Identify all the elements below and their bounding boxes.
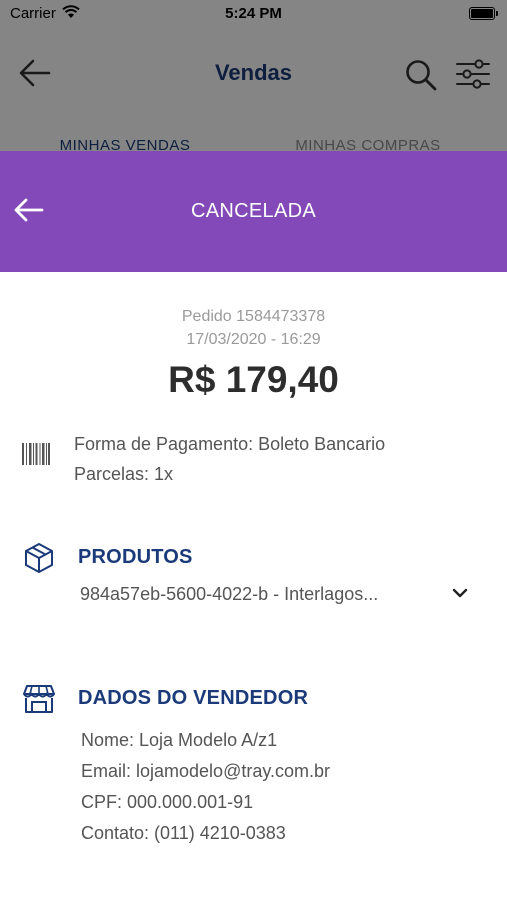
package-box-icon bbox=[25, 543, 53, 573]
order-date: 17/03/2020 - 16:29 bbox=[186, 331, 321, 348]
sheet-header: CANCELADA bbox=[0, 151, 507, 272]
product-item[interactable]: 984a57eb-5600-4022-b - Interlagos... bbox=[80, 584, 440, 605]
store-icon bbox=[23, 685, 55, 713]
order-total: R$ 179,40 bbox=[168, 359, 339, 400]
order-number: Pedido 1584473378 bbox=[181, 308, 326, 325]
barcode-icon bbox=[22, 443, 50, 465]
seller-cpf: CPF: 000.000.001-91 bbox=[81, 792, 254, 812]
products-section-title: PRODUTOS bbox=[78, 546, 193, 568]
chevron-down-icon[interactable] bbox=[451, 586, 469, 600]
seller-section-title: DADOS DO VENDEDOR bbox=[78, 687, 309, 709]
payment-installments: Parcelas: 1x bbox=[74, 464, 174, 484]
payment-method: Forma de Pagamento: Boleto Bancario bbox=[74, 434, 386, 454]
order-status-title: CANCELADA bbox=[191, 200, 316, 222]
seller-contact: Contato: (011) 4210-0383 bbox=[81, 823, 286, 843]
dim-overlay[interactable] bbox=[0, 0, 507, 152]
seller-email: Email: lojamodelo@tray.com.br bbox=[81, 761, 331, 781]
seller-name: Nome: Loja Modelo A/z1 bbox=[81, 730, 278, 750]
order-detail-sheet: CANCELADA Pedido 1584473378 17/03/2020 -… bbox=[0, 151, 507, 900]
